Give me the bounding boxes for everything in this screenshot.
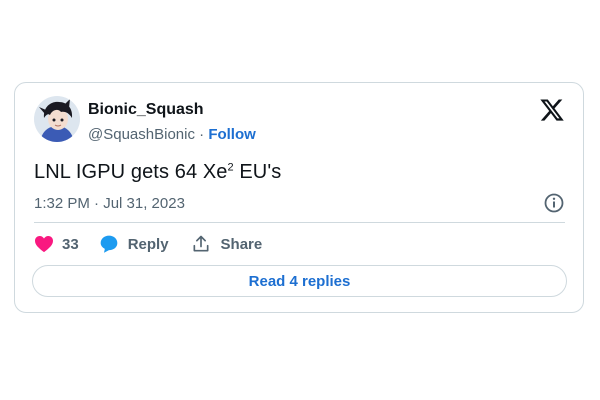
author-display-name[interactable]: Bionic_Squash (88, 101, 204, 119)
share-upload-icon (193, 235, 209, 252)
like-count: 33 (62, 235, 79, 253)
avatar[interactable] (34, 96, 80, 142)
author-handle[interactable]: @SquashBionic (88, 126, 195, 143)
reply-label: Reply (127, 235, 169, 253)
share-label: Share (220, 235, 263, 253)
x-logo-icon[interactable] (539, 97, 565, 123)
action-bar: 33 Reply Share (34, 233, 262, 255)
reply-button[interactable]: Reply (99, 234, 169, 254)
tweet-text-main: LNL IGPU gets 64 Xe (34, 161, 228, 183)
handle-separator: · (199, 126, 205, 143)
tweet-card: Bionic_Squash @SquashBionic · Follow LNL… (14, 82, 584, 313)
share-button[interactable]: Share (191, 234, 263, 254)
tweet-text-tail: EU's (233, 161, 282, 183)
like-button[interactable]: 33 (34, 235, 79, 253)
follow-button[interactable]: Follow (208, 126, 256, 143)
avatar-anime-character-icon (34, 96, 80, 142)
tweet-timestamp[interactable]: 1:32 PM · Jul 31, 2023 (34, 195, 185, 212)
speech-bubble-icon (100, 235, 118, 253)
divider (34, 222, 565, 223)
author-handle-line: @SquashBionic · Follow (88, 126, 256, 143)
heart-icon (35, 235, 53, 253)
tweet-text: LNL IGPU gets 64 Xe2 EU's (34, 161, 281, 184)
info-icon[interactable] (543, 192, 565, 214)
read-replies-button[interactable]: Read 4 replies (32, 265, 567, 297)
